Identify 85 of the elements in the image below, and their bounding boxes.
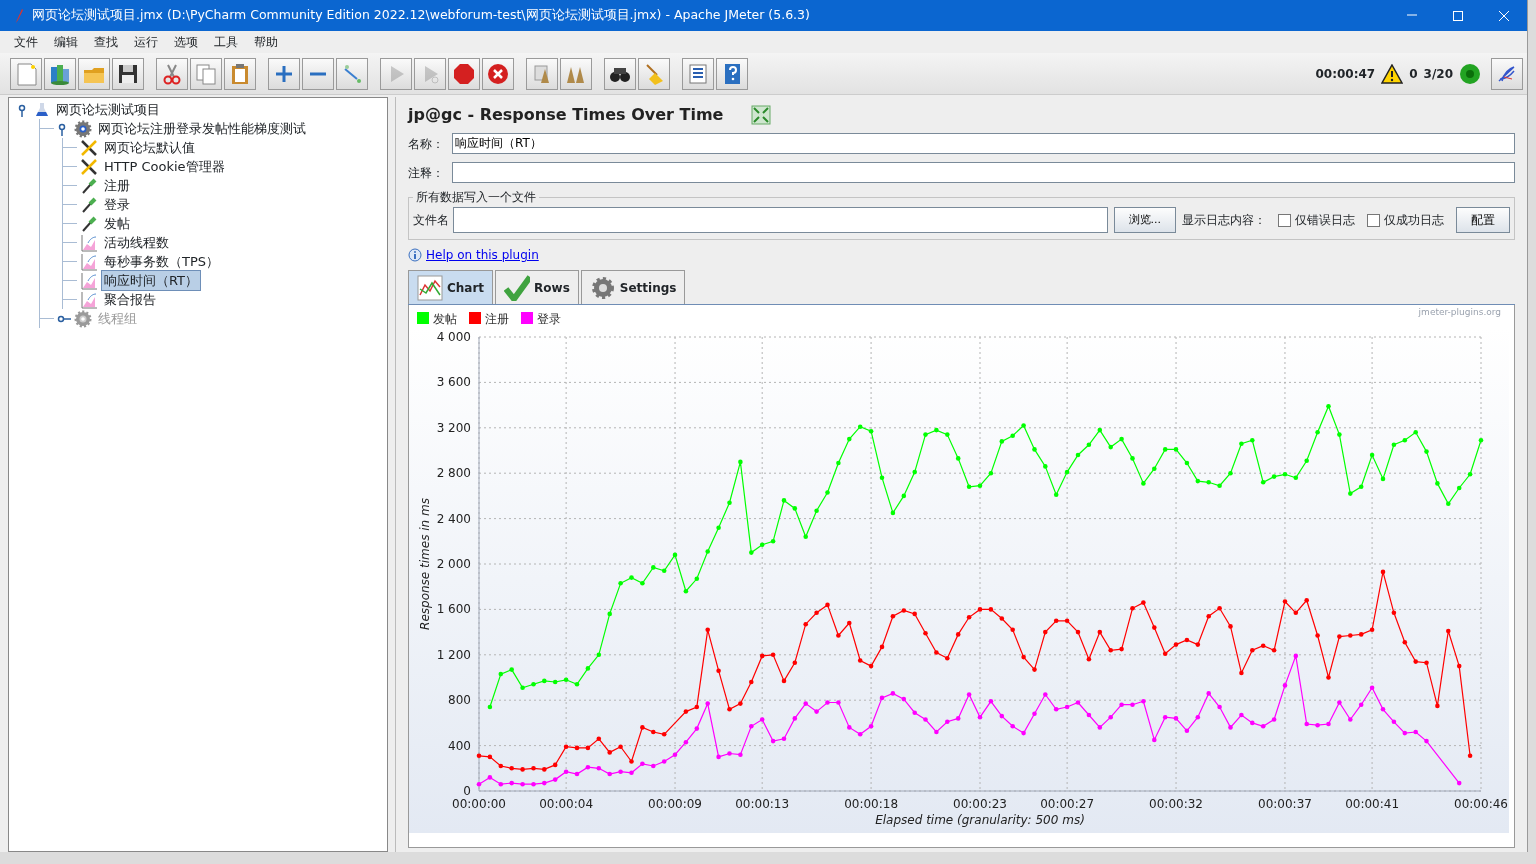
menu-item[interactable]: 文件 [8,33,44,51]
minus-icon [309,71,327,76]
axis-label: 00:00:23 [953,797,1007,811]
field-label: 文件名 [413,212,449,229]
check-icon [504,274,531,301]
tab[interactable]: Chart [408,270,494,304]
axis-label: 3 600 [436,375,471,390]
axis-label: 2 800 [436,466,471,481]
close-icon [1498,9,1510,22]
toolbar-button[interactable] [112,57,144,90]
axis-label: 00:00:18 [844,797,899,811]
menu-item[interactable]: 运行 [128,33,164,51]
axis-label: 00:00:13 [735,797,790,811]
axis-label: 00:00:27 [1040,797,1095,811]
tools-icon [80,138,98,157]
toolbar-button[interactable] [682,57,714,90]
tools-icon [80,157,98,176]
watermark: jmeter-plugins.org [1418,307,1501,317]
legend-label: 登录 [537,312,561,326]
axis-label: 2 000 [436,557,471,571]
field-label: 名称： [408,135,445,153]
axis-label: 4 000 [436,330,471,344]
menu-item[interactable]: 帮助 [248,33,284,51]
panel-title: jp@gc - Response Times Over Time [408,104,724,126]
checkbox-label: 仅错误日志 [1295,212,1355,229]
maximize-icon [1452,9,1464,22]
file-name-field[interactable] [453,207,1108,233]
menu-item[interactable]: 工具 [208,33,244,51]
legend-label: 注册 [485,312,509,326]
pipette-icon [80,195,98,214]
gear-icon [589,274,616,301]
axis-label: 800 [448,693,471,708]
thread-count: 3/20 [1423,65,1453,83]
checkbox-label: 仅成功日志 [1384,212,1444,229]
menu-item[interactable]: 查找 [88,33,124,51]
help-link[interactable]: Help on this plugin [426,246,539,264]
feather-icon [14,7,24,24]
gear-icon [74,119,92,138]
gear-icon [74,309,92,328]
pipette-icon [80,214,98,233]
chart-icon [80,290,98,309]
checkbox[interactable] [1367,213,1380,227]
chart-icon [80,233,98,252]
axis-label: 2 400 [436,511,471,526]
group-title: 所有数据写入一个文件 [415,191,537,203]
expand-icon [751,105,772,125]
tree-item[interactable]: 响应时间（RT） [101,269,202,292]
chart-icon [80,252,98,271]
axis-title: Response times in ms [418,498,432,630]
menu-item[interactable]: 选项 [168,33,204,51]
legend-label: 发帖 [433,312,457,326]
axis-label: 00:00:46 [1454,797,1508,811]
axis-title: Elapsed time (granularity: 500 ms) [875,813,1085,827]
menu-item[interactable]: 编辑 [48,33,84,51]
axis-label: 00:00:37 [1258,797,1312,811]
checkbox[interactable] [1278,213,1291,227]
axis-label: 3 200 [436,420,471,435]
axis-label: 0 [463,784,471,798]
log-label: 显示日志内容： [1182,212,1266,229]
toolbar-button[interactable] [604,57,636,90]
axis-label: 400 [448,738,471,753]
axis-label: 1 200 [436,647,471,662]
pipette-icon [80,176,98,195]
elapsed-time: 00:00:47 [1315,65,1376,83]
info-icon [408,248,422,262]
chart-icon [80,271,98,290]
axis-label: 00:00:09 [648,797,702,811]
flask-icon [34,101,50,118]
axis-label: 1 600 [436,602,471,617]
comment-field[interactable] [452,162,1515,183]
warning-icon [1381,63,1404,84]
logo-button[interactable] [1491,57,1523,90]
axis-label: 00:00:32 [1149,797,1203,811]
configure-button[interactable]: 配置 [1456,207,1510,233]
chart-icon [417,274,443,301]
field-label: 注释： [408,164,445,182]
tab[interactable]: Rows [495,270,579,304]
tab[interactable]: Settings [580,270,686,304]
browse-button[interactable]: 浏览... [1113,207,1176,233]
window-title: 网页论坛测试项目.jmx (D:\PyCharm Community Edition 2022.12\webforum-test\网页论坛测试项目.jmx) - Apache JMeter (5.6.3) [32,6,810,25]
axis-label: 00:00:41 [1345,797,1400,811]
axis-label: 00:00:04 [539,797,594,811]
warning-count: 0 [1409,65,1418,83]
name-field[interactable]: 响应时间（RT） [452,133,1515,154]
axis-label: 00:00:00 [452,797,506,811]
